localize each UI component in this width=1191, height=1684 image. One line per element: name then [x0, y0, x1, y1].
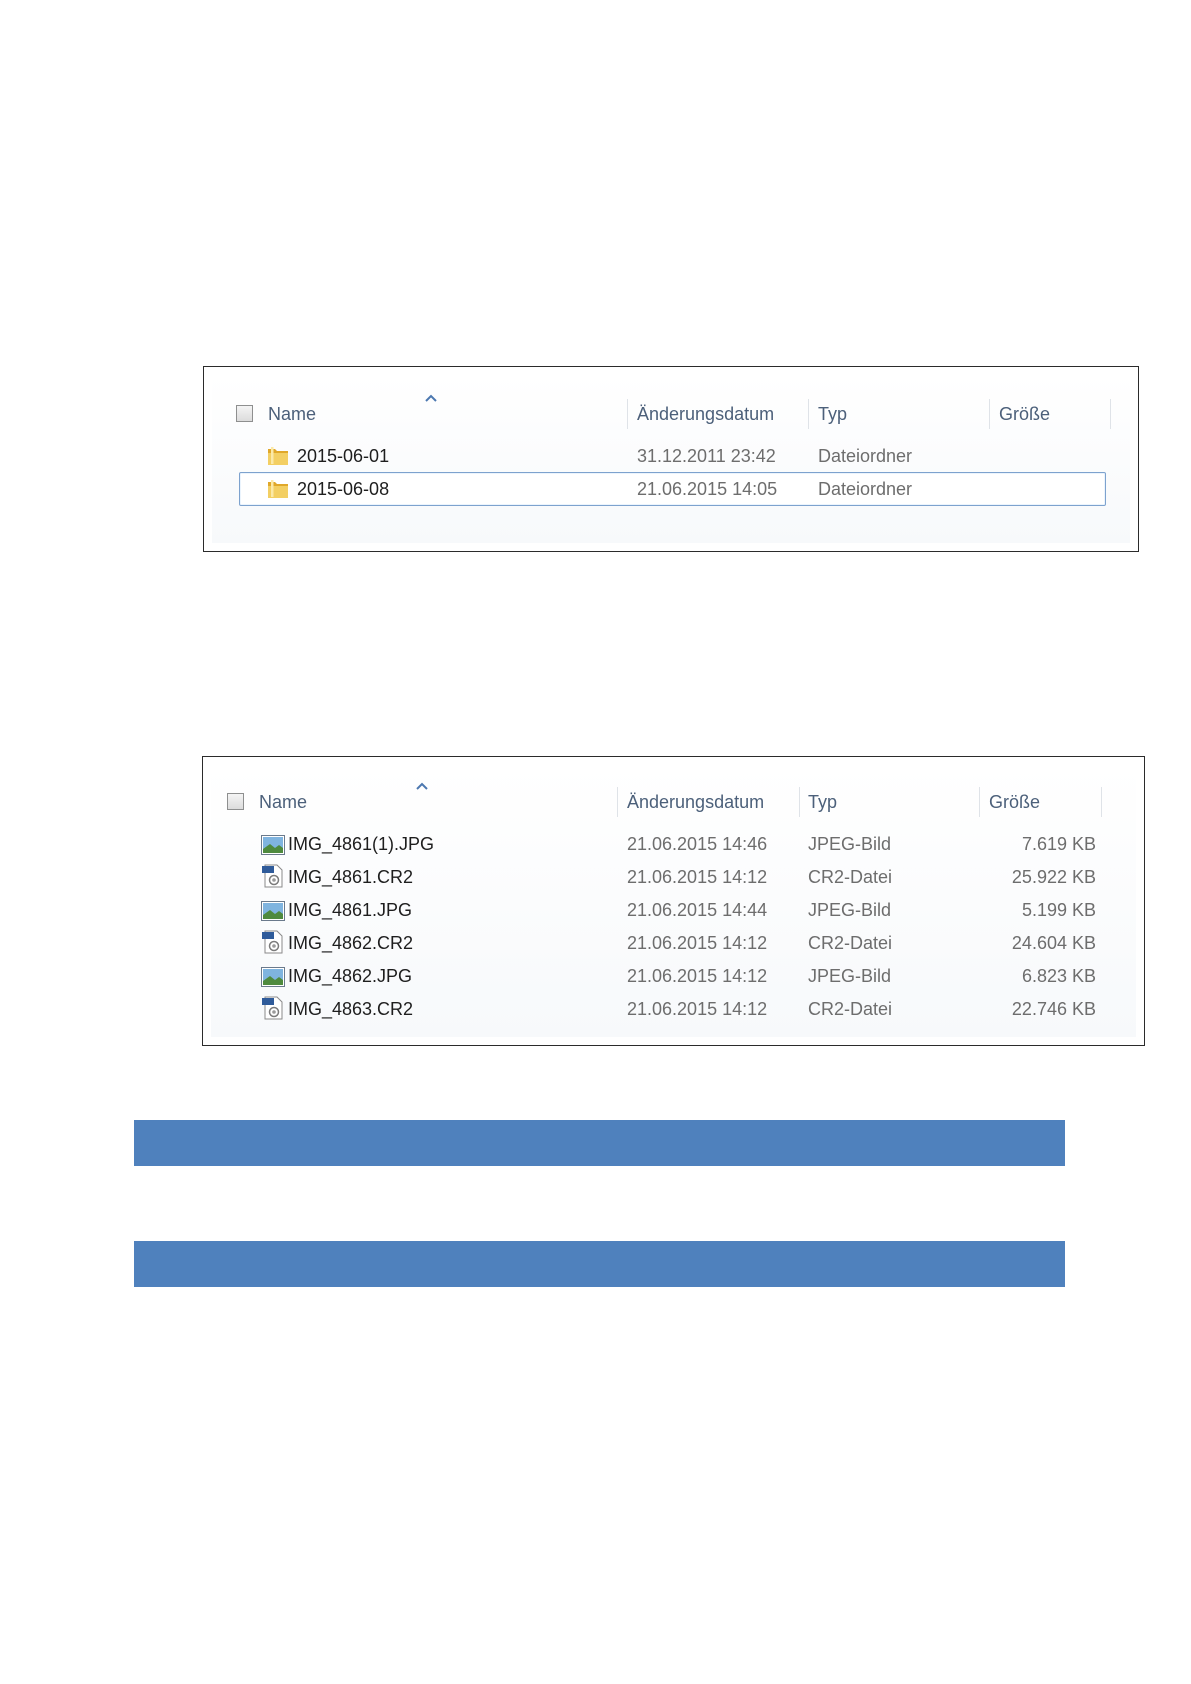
- file-list-view: Name Änderungsdatum Typ Größe 2015-06-01…: [212, 375, 1130, 543]
- file-date: 21.06.2015 14:12: [627, 933, 768, 953]
- column-divider[interactable]: [799, 787, 800, 817]
- file-name: IMG_4861(1).JPG: [288, 834, 435, 854]
- file-type: JPEG-Bild: [808, 900, 892, 920]
- cr2-file-icon: [262, 864, 283, 888]
- column-header-date[interactable]: Änderungsdatum: [637, 404, 774, 425]
- file-size: 22.746 KB: [1011, 999, 1096, 1019]
- jpeg-image-icon: [261, 901, 285, 921]
- jpeg-image-icon: [261, 967, 285, 987]
- file-name: IMG_4862.CR2: [288, 933, 414, 953]
- file-size: 25.922 KB: [1011, 867, 1096, 887]
- column-header-name[interactable]: Name: [259, 792, 307, 813]
- column-divider[interactable]: [979, 787, 980, 817]
- folder-icon: [268, 447, 288, 465]
- file-date: 21.06.2015 14:44: [627, 900, 768, 920]
- file-type: JPEG-Bild: [808, 966, 892, 986]
- file-date: 21.06.2015 14:46: [627, 834, 768, 854]
- sort-ascending-icon: [425, 394, 437, 402]
- file-name: 2015-06-01: [297, 446, 390, 466]
- file-size: 7.619 KB: [1021, 834, 1096, 854]
- file-row-folder[interactable]: 2015-06-01 31.12.2011 23:42 Dateiordner: [212, 441, 1130, 471]
- column-divider[interactable]: [627, 399, 628, 429]
- select-all-checkbox[interactable]: [227, 793, 244, 810]
- file-type: Dateiordner: [818, 446, 913, 466]
- file-date: 21.06.2015 14:12: [627, 966, 768, 986]
- file-date: 21.06.2015 14:12: [627, 999, 768, 1019]
- select-all-checkbox[interactable]: [236, 405, 253, 422]
- column-header-size[interactable]: Größe: [989, 792, 1040, 813]
- file-date: 21.06.2015 14:12: [627, 867, 768, 887]
- file-name: 2015-06-08: [297, 479, 390, 499]
- file-row[interactable]: IMG_4862.JPG 21.06.2015 14:12 JPEG-Bild …: [211, 961, 1136, 991]
- sort-ascending-icon: [416, 782, 428, 790]
- column-divider[interactable]: [1101, 787, 1102, 817]
- file-name: IMG_4862.JPG: [288, 966, 413, 986]
- file-list-view: Name Änderungsdatum Typ Größe IMG_4861(1…: [211, 765, 1136, 1037]
- file-row[interactable]: IMG_4863.CR2 21.06.2015 14:12 CR2-Datei …: [211, 994, 1136, 1024]
- jpeg-image-icon: [261, 835, 285, 855]
- section-banner: [134, 1241, 1065, 1287]
- column-header-bar: Name Änderungsdatum Typ Größe: [212, 375, 1130, 435]
- file-size: 6.823 KB: [1021, 966, 1096, 986]
- file-type: JPEG-Bild: [808, 834, 892, 854]
- file-date: 31.12.2011 23:42: [637, 446, 776, 466]
- file-row[interactable]: IMG_4861.CR2 21.06.2015 14:12 CR2-Datei …: [211, 862, 1136, 892]
- file-type: Dateiordner: [818, 479, 913, 499]
- file-type: CR2-Datei: [808, 867, 893, 887]
- column-header-bar: Name Änderungsdatum Typ Größe: [211, 765, 1136, 825]
- section-banner: [134, 1120, 1065, 1166]
- file-row-folder-selected[interactable]: 2015-06-08 21.06.2015 14:05 Dateiordner: [212, 472, 1130, 506]
- explorer-panel-folders: Name Änderungsdatum Typ Größe 2015-06-01…: [203, 366, 1139, 552]
- file-type: CR2-Datei: [808, 999, 893, 1019]
- file-size: 24.604 KB: [1011, 933, 1096, 953]
- file-name: IMG_4861.JPG: [288, 900, 413, 920]
- cr2-file-icon: [262, 996, 283, 1020]
- file-row[interactable]: IMG_4861.JPG 21.06.2015 14:44 JPEG-Bild …: [211, 895, 1136, 925]
- folder-icon: [268, 480, 288, 498]
- file-date: 21.06.2015 14:05: [637, 479, 778, 499]
- column-divider[interactable]: [1110, 399, 1111, 429]
- column-header-size[interactable]: Größe: [999, 404, 1050, 425]
- file-row[interactable]: IMG_4862.CR2 21.06.2015 14:12 CR2-Datei …: [211, 928, 1136, 958]
- column-divider[interactable]: [617, 787, 618, 817]
- file-type: CR2-Datei: [808, 933, 893, 953]
- column-header-name[interactable]: Name: [268, 404, 316, 425]
- column-divider[interactable]: [989, 399, 990, 429]
- column-header-type[interactable]: Typ: [808, 792, 837, 813]
- file-size: 5.199 KB: [1021, 900, 1096, 920]
- file-name: IMG_4863.CR2: [288, 999, 414, 1019]
- column-divider[interactable]: [808, 399, 809, 429]
- file-row[interactable]: IMG_4861(1).JPG 21.06.2015 14:46 JPEG-Bi…: [211, 829, 1136, 859]
- file-name: IMG_4861.CR2: [288, 867, 414, 887]
- explorer-panel-files: Name Änderungsdatum Typ Größe IMG_4861(1…: [202, 756, 1145, 1046]
- cr2-file-icon: [262, 930, 283, 954]
- column-header-date[interactable]: Änderungsdatum: [627, 792, 764, 813]
- column-header-type[interactable]: Typ: [818, 404, 847, 425]
